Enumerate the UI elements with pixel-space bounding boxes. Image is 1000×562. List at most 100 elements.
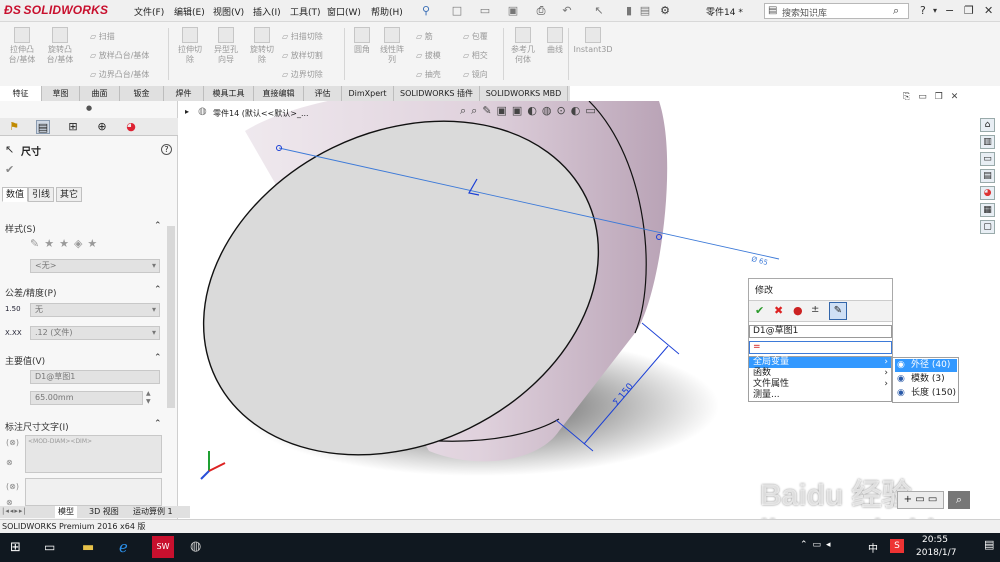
intersect-button[interactable]: ▱ 相交 <box>463 50 488 61</box>
boundary-cut-button[interactable]: ▱ 边界切除 <box>282 69 323 80</box>
curves-button[interactable]: 曲线 <box>540 27 570 55</box>
tab-features[interactable]: 特征 <box>0 86 42 101</box>
file-properties-icon[interactable]: ▤ <box>638 4 652 17</box>
chevron-up-icon[interactable]: ⌃ <box>154 353 162 363</box>
configuration-manager-icon[interactable]: ⊞ <box>66 120 80 134</box>
clock-date[interactable]: 2018/1/7 <box>916 548 956 558</box>
feature-manager-icon[interactable]: ⚑ <box>7 120 21 134</box>
tab-mbd[interactable]: SOLIDWORKS MBD <box>480 86 568 101</box>
options-gear-icon[interactable]: ⚙ <box>658 4 672 17</box>
windows-start-icon[interactable]: ⊞ <box>10 540 21 555</box>
menu-file[interactable]: 文件(F) <box>134 5 164 18</box>
search-knowledge-base[interactable]: ▤ 搜索知识库 ⌕ <box>764 3 909 19</box>
tab-evaluate[interactable]: 评估 <box>304 86 342 101</box>
reverse-sense-icon[interactable]: ± <box>811 304 819 315</box>
file-explorer-icon[interactable]: ▭ <box>980 152 995 166</box>
tree-expand-icon[interactable]: ▸ <box>185 107 189 116</box>
tab-3d-views[interactable]: 3D 视图 <box>86 506 122 518</box>
style-buttons[interactable]: ✎★★◈★ <box>30 237 102 250</box>
mirror-button[interactable]: ▱ 镜向 <box>463 69 488 80</box>
close-button[interactable]: ✕ <box>984 4 993 17</box>
appearances-icon[interactable]: ◕ <box>980 186 995 200</box>
minimize-button[interactable]: − <box>945 4 954 17</box>
menu-item-file-properties[interactable]: 文件属性 › <box>749 379 891 390</box>
tab-surfaces[interactable]: 曲面 <box>80 86 120 101</box>
menu-tools[interactable]: 工具(T) <box>290 5 321 18</box>
magnifier-icon[interactable]: ⌕ <box>948 491 970 509</box>
menu-window[interactable]: 窗口(W) <box>327 5 361 18</box>
primary-name-field[interactable]: D1@草图1 <box>30 370 160 384</box>
fillet-button[interactable]: 圆角 <box>348 27 376 55</box>
tab-motion-study[interactable]: 运动算例 1 <box>130 506 176 518</box>
cancel-x-icon[interactable]: ✖ <box>774 304 783 317</box>
ime-indicator[interactable]: 中 <box>868 540 878 555</box>
search-input[interactable]: 搜索知识库 <box>782 6 827 19</box>
primary-value-section-title[interactable]: 主要值(V) <box>5 354 45 367</box>
rebuild-icon[interactable]: ▮ <box>622 4 636 17</box>
help-icon[interactable]: ? <box>161 144 172 155</box>
restore-button[interactable]: ❐ <box>964 4 974 17</box>
submenu-item-module[interactable]: ◉ 模数 (3) <box>895 373 957 386</box>
undo-icon[interactable]: ↶ <box>560 4 574 17</box>
loft-boss-button[interactable]: ▱ 放样凸台/基体 <box>90 50 149 61</box>
tab-mold-tools[interactable]: 模具工具 <box>204 86 254 101</box>
subtab-leaders[interactable]: 引线 <box>28 187 55 202</box>
tab-addins[interactable]: SOLIDWORKS 插件 <box>394 86 480 101</box>
text-justify-icon[interactable]: ⊗ <box>6 458 13 467</box>
notifications-icon[interactable]: ▤ <box>984 538 994 551</box>
submenu-item-length[interactable]: ◉ 长度 (150) <box>895 387 957 400</box>
sogou-ime-icon[interactable]: S <box>890 539 904 553</box>
value-input[interactable]: = <box>749 341 892 354</box>
revolve-boss-button[interactable]: 旋转凸 台/基体 <box>44 27 76 65</box>
property-manager-icon[interactable]: ▤ <box>36 120 50 134</box>
display-manager-icon[interactable]: ◕ <box>124 120 138 134</box>
panel-scrollbar[interactable] <box>167 226 175 408</box>
tolerance-section-title[interactable]: 公差/精度(P) <box>5 286 56 299</box>
feature-tree-root[interactable]: 零件14 (默认<<默认>_... <box>213 108 309 119</box>
mark-dimension-icon[interactable]: ✎ <box>829 302 847 320</box>
instant3d-button[interactable]: Instant3D <box>572 27 614 55</box>
heads-up-view-toolbar[interactable]: ⌕⌕✎▣▣◐◍⊙◐▭ <box>460 104 601 118</box>
view-palette-icon[interactable]: ▤ <box>980 169 995 183</box>
task-view-icon[interactable]: ▭ <box>44 540 55 554</box>
menu-view[interactable]: 视图(V) <box>213 5 244 18</box>
viewport-window-controls[interactable]: ⎘▭❐✕ <box>903 92 966 102</box>
pin-icon[interactable]: ⚲ <box>419 4 433 17</box>
custom-properties-icon[interactable]: ▦ <box>980 203 995 217</box>
tab-direct-editing[interactable]: 直接编辑 <box>254 86 304 101</box>
clock-time[interactable]: 20:55 <box>922 535 948 545</box>
precision-dropdown[interactable]: .12 (文件) ▾ <box>30 326 160 340</box>
ok-check-icon[interactable]: ✔ <box>755 304 764 317</box>
hole-wizard-button[interactable]: 异型孔 向导 <box>208 27 244 65</box>
open-folder-icon[interactable]: ▭ <box>478 4 492 17</box>
search-icon[interactable]: ⌕ <box>893 4 899 18</box>
chevron-up-icon[interactable]: ⌃ <box>154 221 162 231</box>
style-dropdown[interactable]: <无> ▾ <box>30 259 160 273</box>
zoom-box[interactable]: + ▭ ▭ <box>897 491 944 509</box>
panel-drag-handle[interactable]: ● <box>86 104 92 112</box>
chevron-up-icon[interactable]: ⌃ <box>154 419 162 429</box>
swept-cut-button[interactable]: ▱ 扫描切除 <box>282 31 323 42</box>
solidworks-logo[interactable]: ƉS SOLIDWORKS <box>4 3 108 17</box>
diameter-dimension-label[interactable]: Ø 65 <box>751 255 769 267</box>
tab-dimxpert[interactable]: DimXpert <box>342 86 394 101</box>
style-section-title[interactable]: 样式(S) <box>5 222 36 235</box>
new-document-icon[interactable]: □ <box>450 4 464 17</box>
value-spinner[interactable]: ▲ ▼ <box>146 390 151 406</box>
design-library-icon[interactable]: ▥ <box>980 135 995 149</box>
menu-insert[interactable]: 插入(I) <box>253 5 281 18</box>
tab-scroll-arrows[interactable]: |◂◂▸▸| <box>2 507 27 515</box>
dimension-text-box-lower[interactable] <box>25 478 162 506</box>
help-dropdown-icon[interactable]: ▾ <box>933 6 937 15</box>
linear-pattern-button[interactable]: 线性阵 列 <box>376 27 408 65</box>
print-icon[interactable]: ⎙ <box>534 4 548 17</box>
system-tray-icons[interactable]: ⌃▭◂ <box>800 540 836 550</box>
rebuild-traffic-light-icon[interactable]: ● <box>793 304 803 317</box>
dimension-text-section-title[interactable]: 标注尺寸文字(I) <box>5 420 69 433</box>
shell-button[interactable]: ▱ 抽壳 <box>416 69 441 80</box>
wrap-button[interactable]: ▱ 包覆 <box>463 31 488 42</box>
tab-model[interactable]: 模型 <box>55 506 77 518</box>
subtab-other[interactable]: 其它 <box>56 187 83 202</box>
menu-item-functions[interactable]: 函数 › <box>749 368 891 379</box>
dimension-name-field[interactable]: D1@草图1 <box>749 325 892 338</box>
